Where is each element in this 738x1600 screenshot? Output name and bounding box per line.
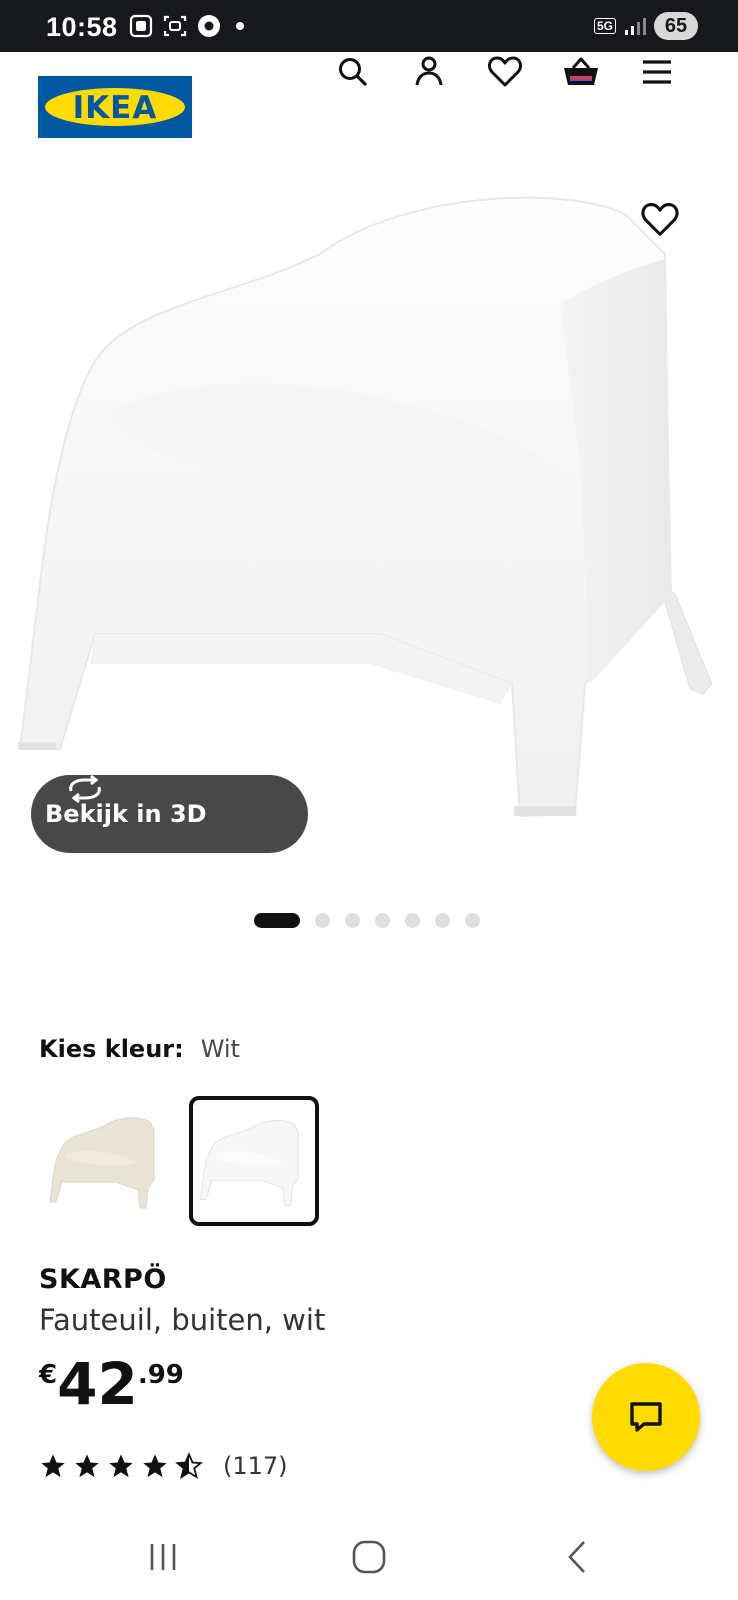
more-notifications-dot (236, 22, 244, 30)
logo-text: IKEA (72, 90, 158, 126)
site-header: IKEA (0, 52, 738, 164)
user-icon[interactable] (409, 52, 449, 92)
heart-icon[interactable] (485, 52, 525, 92)
rotate-3d-icon (69, 775, 101, 803)
star-full-icon (109, 1454, 133, 1478)
carousel-indicator (254, 913, 480, 928)
star-full-icon (143, 1454, 167, 1478)
carousel-dot[interactable] (405, 913, 420, 928)
home-icon[interactable] (344, 1532, 394, 1582)
carousel-dot[interactable] (375, 913, 390, 928)
view-in-3d-button[interactable]: Bekijk in 3D (31, 775, 308, 853)
basket-icon[interactable] (561, 52, 601, 92)
product-rating[interactable]: (117) (39, 1452, 288, 1480)
swatch-image-beige (49, 1117, 155, 1209)
price-decimal: .99 (137, 1360, 184, 1390)
price-currency: € (39, 1360, 58, 1390)
color-swatch-beige[interactable] (42, 1096, 172, 1226)
product-price: € 42 .99 (39, 1354, 184, 1414)
star-half-icon (175, 1452, 203, 1479)
status-bar: 10:58 5G 65 (0, 0, 738, 52)
carousel-dot[interactable] (315, 913, 330, 928)
carousel-dot[interactable] (345, 913, 360, 928)
status-system-icons: 5G 65 (593, 12, 698, 40)
product-name: SKARPÖ (39, 1264, 167, 1295)
ikea-logo[interactable]: IKEA (38, 76, 192, 138)
status-notification-icons (128, 13, 244, 39)
notification-app-icon (129, 14, 153, 38)
color-selector-label-row: Kies kleur: Wit (39, 1035, 240, 1064)
media-icon (198, 15, 220, 37)
color-swatch-white-selected[interactable] (189, 1096, 319, 1226)
view-in-3d-label: Bekijk in 3D (45, 800, 207, 828)
carousel-dot[interactable] (435, 913, 450, 928)
recent-apps-icon[interactable] (138, 1532, 188, 1582)
menu-icon[interactable] (637, 52, 677, 92)
product-image-chair (18, 196, 713, 818)
product-description: Fauteuil, buiten, wit (39, 1303, 326, 1337)
status-time: 10:58 (46, 12, 118, 42)
back-icon[interactable] (554, 1532, 604, 1582)
battery-indicator: 65 (654, 12, 698, 40)
signal-icon (625, 18, 646, 35)
star-full-icon (75, 1454, 99, 1478)
swatch-image-white (199, 1120, 299, 1206)
carousel-dot-active[interactable] (254, 913, 300, 928)
price-integer: 42 (57, 1350, 138, 1418)
color-selected-value: Wit (200, 1035, 240, 1063)
screenshot-icon (163, 15, 187, 37)
star-full-icon (41, 1454, 65, 1478)
favorite-heart-icon[interactable] (638, 198, 682, 242)
chat-button[interactable] (592, 1363, 700, 1471)
system-navigation-bar (0, 1510, 738, 1600)
product-image-gallery[interactable]: Bekijk in 3D (0, 164, 738, 864)
chat-icon (630, 1402, 662, 1432)
rating-count: (117) (223, 1452, 288, 1480)
carousel-dot[interactable] (465, 913, 480, 928)
network-type-label: 5G (593, 18, 616, 34)
search-icon[interactable] (333, 52, 373, 92)
color-label: Kies kleur: (39, 1035, 184, 1063)
